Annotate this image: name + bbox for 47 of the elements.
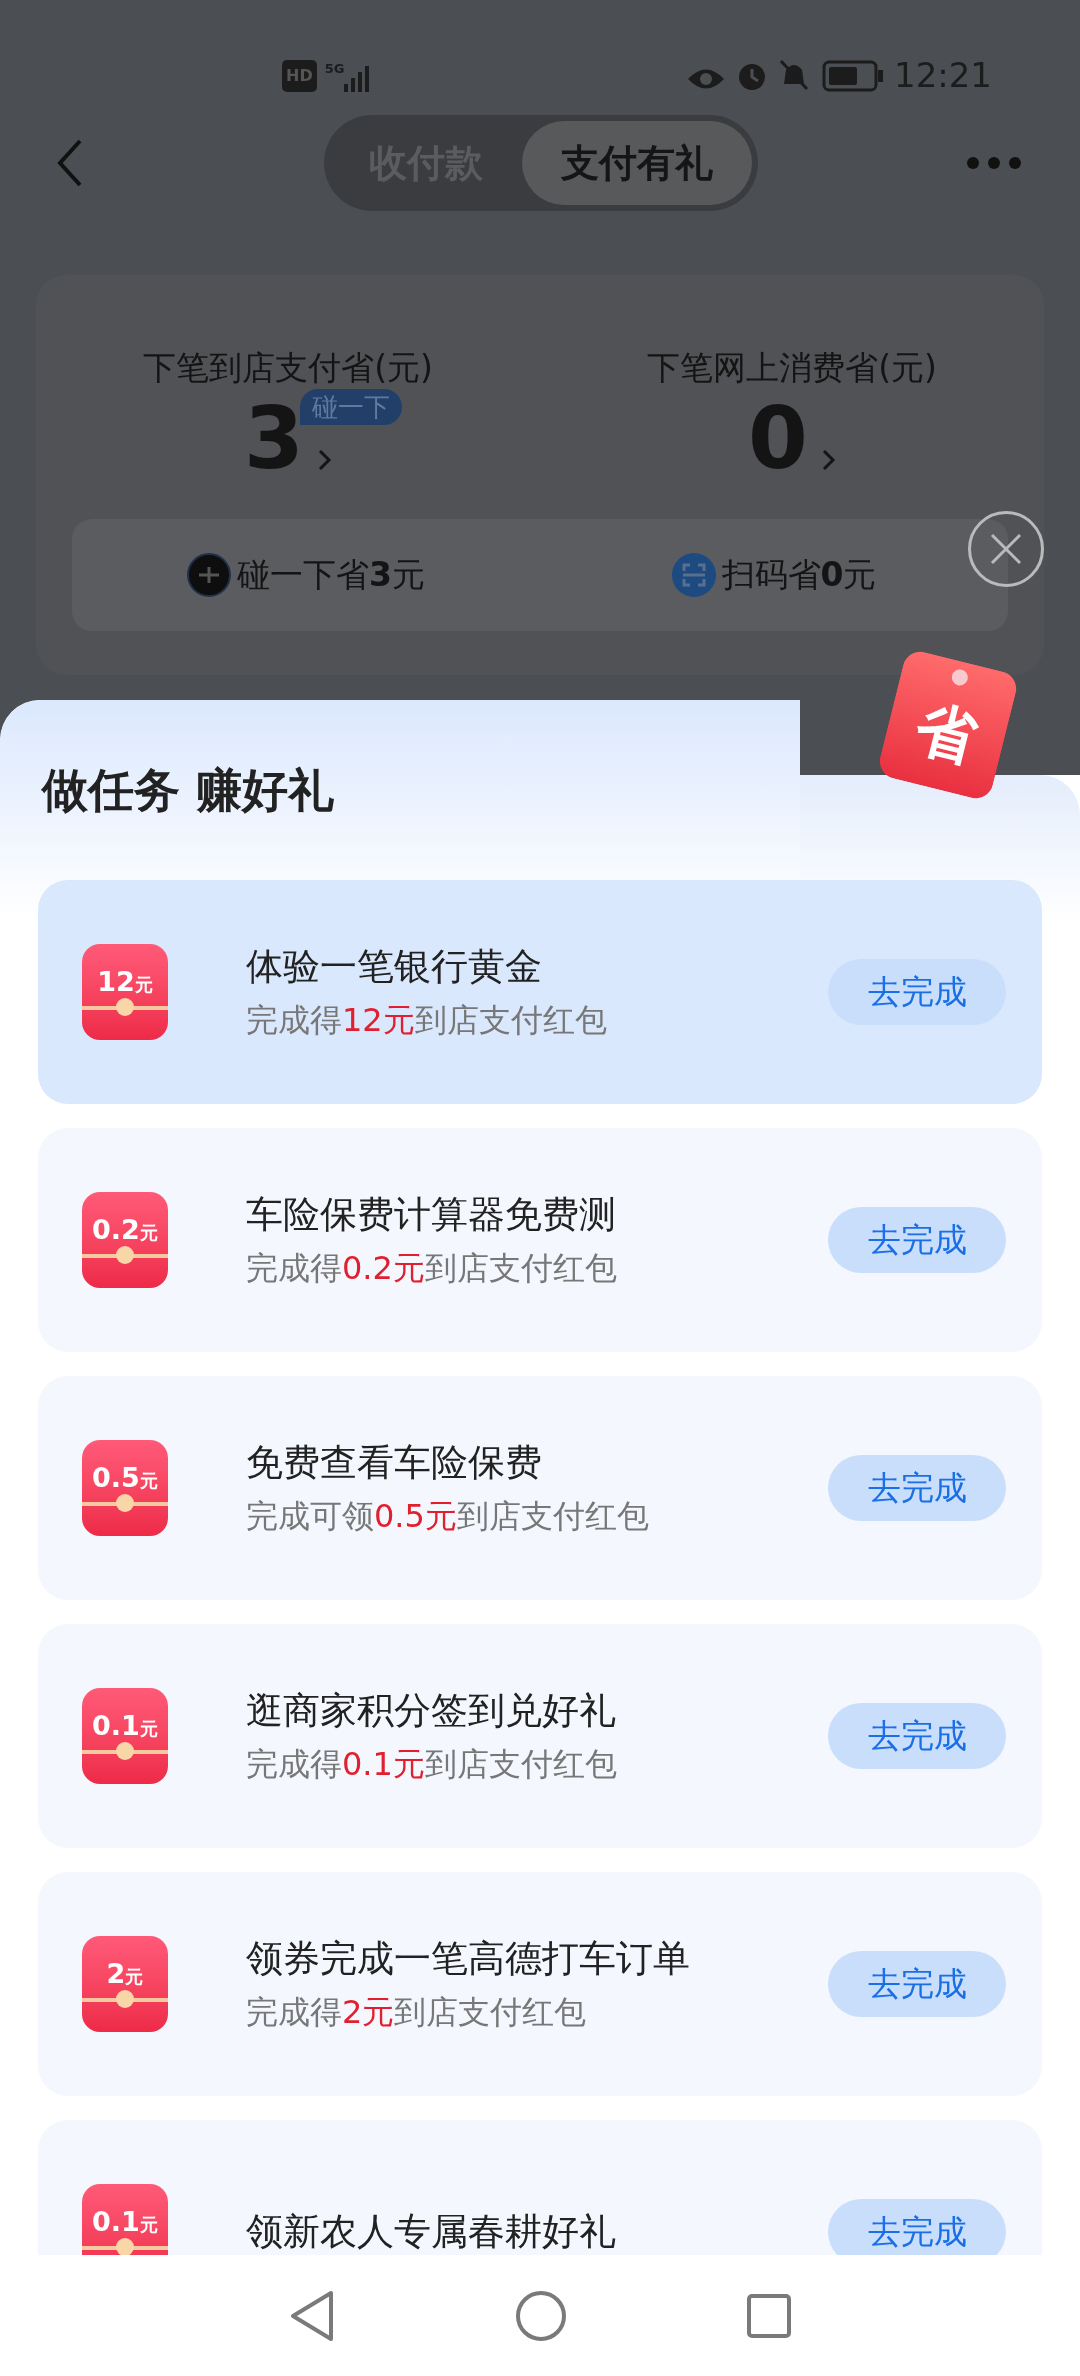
envelope-icon: 0.2元 [82, 1192, 168, 1288]
envelope-icon: 0.5元 [82, 1440, 168, 1536]
task-reward-text: 完成得12元到店支付红包 [246, 1000, 608, 1041]
close-button[interactable] [968, 511, 1044, 587]
complete-button[interactable]: 去完成 [828, 1951, 1006, 2017]
task-title: 逛商家积分签到兑好礼 [246, 1687, 617, 1734]
envelope-icon: 12元 [82, 944, 168, 1040]
stat-badge: 碰一下 [300, 388, 403, 425]
mute-icon [778, 58, 810, 92]
envelope-icon: 0.1元 [82, 1688, 168, 1784]
recents-nav-icon[interactable] [747, 2293, 791, 2338]
saving-text: 碰一下省3元 [237, 554, 425, 597]
chevron-icon [821, 448, 836, 471]
tab[interactable]: 支付有礼 [521, 121, 752, 205]
tag-text: 省 [907, 690, 985, 776]
task-title: 领券完成一笔高德打车订单 [246, 1935, 691, 1982]
saving-text: 扫码省0元 [721, 554, 877, 597]
chevron-icon [317, 448, 332, 471]
task-title: 领新农人专属春耕好礼 [246, 2208, 617, 2255]
envelope-icon: 2元 [82, 1936, 168, 2032]
task-title: 免费查看车险保费 [246, 1439, 543, 1486]
hd-badge: HD [282, 60, 317, 92]
network-label: 5G [324, 59, 345, 78]
stat-value: 0 [748, 394, 808, 481]
task-title: 体验一笔银行黄金 [246, 943, 543, 990]
complete-button[interactable]: 去完成 [828, 1703, 1006, 1769]
task-reward-text: 完成得0.1元到店支付红包 [246, 1744, 618, 1785]
task-reward-text: 完成可领0.5元到店支付红包 [246, 1496, 650, 1537]
close-icon [989, 532, 1023, 566]
task-reward-text: 完成得2元到店支付红包 [246, 1992, 588, 2033]
complete-button[interactable]: 去完成 [828, 1455, 1006, 1521]
more-icon[interactable] [966, 155, 1022, 170]
task-reward-text: 完成得0.2元到店支付红包 [246, 1248, 618, 1289]
scan-icon [671, 553, 716, 597]
home-nav-icon[interactable] [515, 2289, 567, 2342]
stat-label: 下笔到店支付省(元) [143, 347, 433, 389]
back-icon [57, 138, 83, 187]
complete-button[interactable]: 去完成 [828, 959, 1006, 1025]
back-nav-icon[interactable] [289, 2289, 335, 2342]
sheet-title: 做任务 赚好礼 [42, 761, 334, 819]
stat-label: 下笔网上消费省(元) [647, 347, 937, 389]
complete-button[interactable]: 去完成 [828, 1207, 1006, 1273]
battery-icon [822, 60, 884, 92]
complete-button[interactable]: 去完成 [828, 2199, 1006, 2255]
task-title: 车险保费计算器免费测 [246, 1191, 617, 1238]
pay-logo-icon [187, 553, 231, 597]
envelope-icon: 0.1元 [82, 2184, 168, 2255]
